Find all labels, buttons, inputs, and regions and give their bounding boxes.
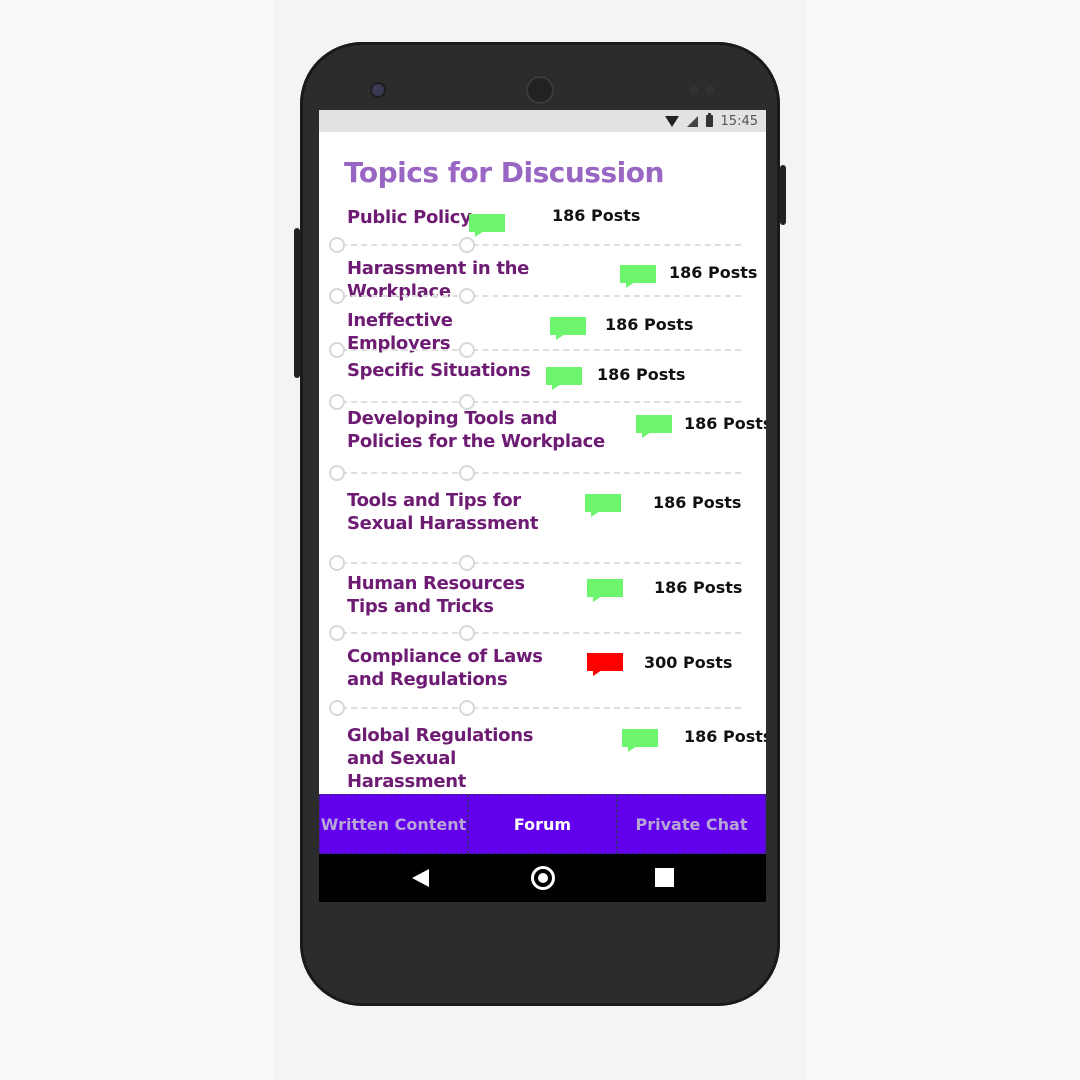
chat-bubble-icon (587, 653, 623, 676)
chat-bubble-icon (622, 729, 658, 752)
topic-divider (331, 472, 741, 474)
post-count: 186 Posts (653, 493, 742, 512)
background-right (805, 0, 1080, 1080)
post-count: 186 Posts (597, 365, 686, 384)
divider-handle (329, 237, 345, 253)
topic-divider (331, 632, 741, 634)
front-camera (372, 84, 384, 96)
topic-divider (331, 295, 741, 297)
divider-handle (329, 555, 345, 571)
tab-forum[interactable]: Forum (468, 794, 617, 854)
proximity-sensor (690, 86, 698, 94)
chat-bubble-icon (546, 367, 582, 390)
topic-divider (331, 401, 741, 403)
divider-handle (459, 625, 475, 641)
divider-handle (459, 465, 475, 481)
topic-title[interactable]: Tools and Tips for Sexual Harassment (347, 489, 582, 535)
chat-bubble-icon (585, 494, 621, 517)
topic-divider (331, 349, 741, 351)
divider-handle (459, 700, 475, 716)
chat-bubble-icon (469, 214, 505, 237)
post-count: 186 Posts (669, 263, 758, 282)
post-count: 186 Posts (552, 206, 641, 225)
divider-handle (329, 625, 345, 641)
background-left (0, 0, 275, 1080)
divider-handle (329, 465, 345, 481)
divider-handle (329, 342, 345, 358)
divider-handle (329, 288, 345, 304)
chat-bubble-icon (620, 265, 656, 288)
topic-divider (331, 562, 741, 564)
post-count: 186 Posts (654, 578, 743, 597)
app-screen: 15:45 Topics for Discussion Public Polic… (319, 110, 766, 902)
recent-apps-icon[interactable] (655, 868, 674, 887)
tab-private-chat[interactable]: Private Chat (617, 794, 766, 854)
topic-list: Public Policy 186 Posts Harassment in the … (319, 110, 766, 793)
light-sensor (706, 86, 714, 94)
divider-handle (329, 394, 345, 410)
back-icon[interactable] (412, 869, 429, 887)
topic-title[interactable]: Compliance of Laws and Regulations (347, 645, 572, 691)
divider-handle (329, 700, 345, 716)
divider-handle (459, 237, 475, 253)
topic-title[interactable]: Public Policy (347, 206, 547, 229)
volume-button (294, 228, 300, 378)
system-nav-bar (319, 854, 766, 902)
tab-written-content[interactable]: Written Content (319, 794, 468, 854)
topic-title[interactable]: Specific Situations (347, 359, 547, 382)
topic-divider (331, 244, 741, 246)
topic-title[interactable]: Human Resources Tips and Tricks (347, 572, 567, 618)
chat-bubble-icon (587, 579, 623, 602)
chat-bubble-icon (550, 317, 586, 340)
post-count: 186 Posts (684, 727, 766, 746)
post-count: 186 Posts (684, 414, 766, 433)
power-button (780, 165, 786, 225)
divider-handle (459, 288, 475, 304)
divider-handle (459, 394, 475, 410)
post-count: 300 Posts (644, 653, 733, 672)
post-count: 186 Posts (605, 315, 694, 334)
chat-bubble-icon (636, 415, 672, 438)
divider-handle (459, 342, 475, 358)
earpiece-speaker (528, 78, 552, 102)
topic-divider (331, 707, 741, 709)
topic-title[interactable]: Global Regulations and Sexual Harassment (347, 724, 572, 793)
topic-title[interactable]: Developing Tools and Policies for the Wo… (347, 407, 627, 453)
home-icon[interactable] (531, 866, 555, 890)
divider-handle (459, 555, 475, 571)
bottom-nav: Written Content Forum Private Chat (319, 794, 766, 854)
